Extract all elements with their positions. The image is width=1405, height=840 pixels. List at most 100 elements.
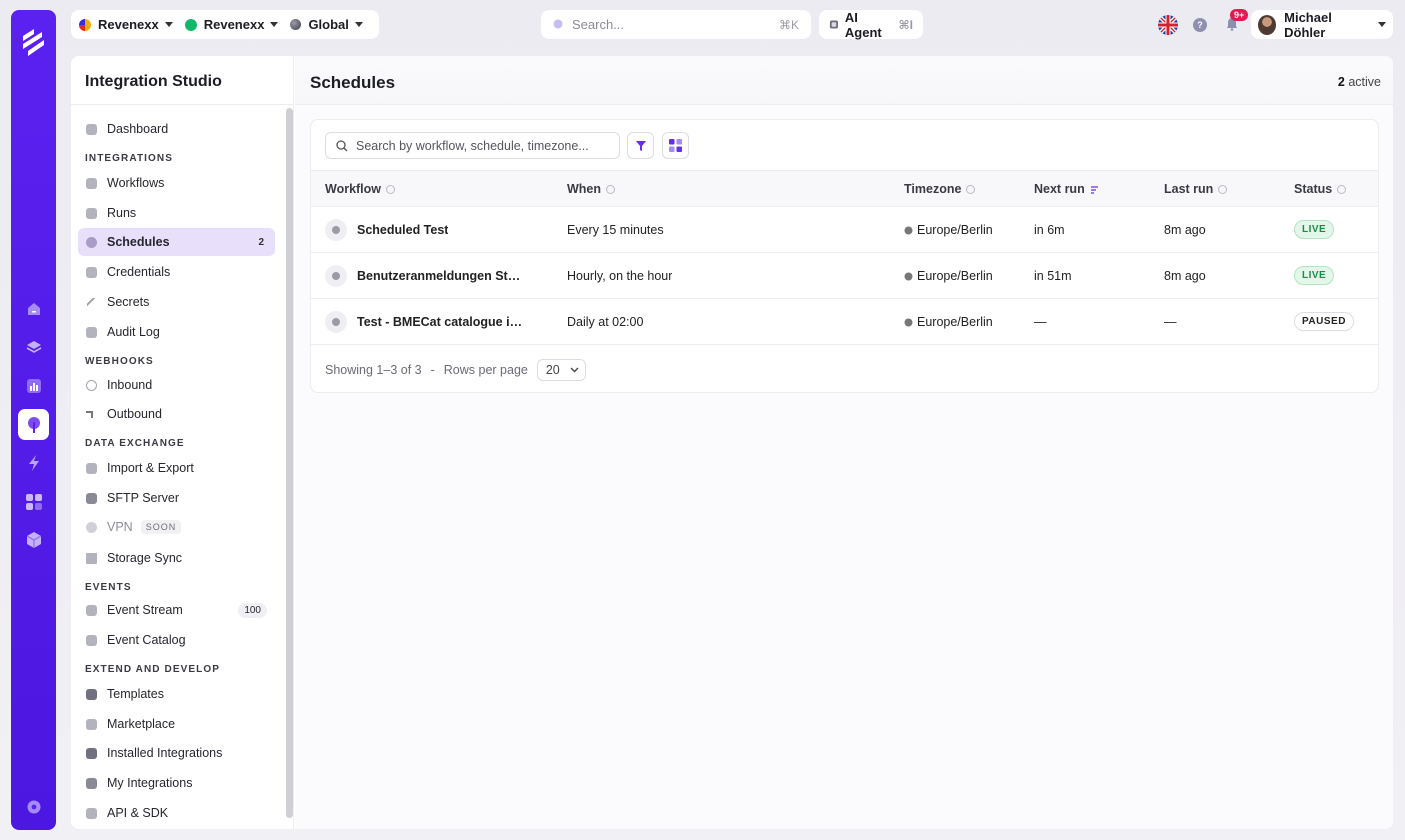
inbound-icon: [86, 379, 97, 391]
view-toggle-button[interactable]: [662, 132, 689, 159]
marketplace-grid-icon: [86, 718, 97, 730]
organization-selector[interactable]: Revenexx: [184, 17, 279, 32]
sidebar-item-templates[interactable]: Templates: [78, 680, 275, 708]
shield-icon: [86, 266, 97, 278]
schedule-when: Hourly, on the hour: [567, 269, 673, 283]
timezone: Europe/Berlin: [904, 269, 993, 283]
language-selector[interactable]: [1158, 15, 1178, 35]
code-file-icon: [86, 807, 97, 819]
sidebar-item-secrets[interactable]: Secrets: [78, 288, 275, 316]
table-search-input[interactable]: Search by workflow, schedule, timezone..…: [325, 132, 620, 159]
sidebar-item-workflows[interactable]: Workflows: [78, 169, 275, 197]
search-placeholder: Search...: [572, 17, 625, 32]
app-logo-icon[interactable]: [20, 26, 47, 58]
vpn-icon: [86, 521, 97, 533]
clock-icon: [325, 311, 347, 333]
package-icon: [86, 777, 97, 789]
user-menu[interactable]: Michael Döhler: [1251, 10, 1393, 40]
sidebar-item-outbound[interactable]: Outbound: [78, 400, 275, 428]
sidebar-item-vpn[interactable]: VPN SOON: [78, 513, 275, 541]
ai-agent-button[interactable]: AI Agent ⌘I: [819, 10, 923, 40]
globe-icon: [904, 318, 913, 326]
organization-dot-icon: [184, 18, 197, 31]
chevron-down-icon: [354, 22, 363, 27]
uk-flag-icon: [1158, 15, 1178, 35]
table-row[interactable]: Benutzeranmeldungen Stündlich - ... Hour…: [311, 253, 1378, 299]
apps-grid-icon[interactable]: [18, 486, 49, 517]
section-data-exchange: DATA EXCHANGE: [85, 438, 185, 449]
workflow-name[interactable]: Benutzeranmeldungen Stündlich - ...: [325, 265, 525, 287]
column-workflow[interactable]: Workflow: [325, 182, 396, 196]
analytics-icon[interactable]: [18, 370, 49, 401]
chevron-down-icon: [570, 367, 579, 373]
sidebar-item-api-sdk[interactable]: API & SDK: [78, 799, 275, 827]
integration-studio-icon[interactable]: [18, 409, 49, 440]
sidebar-scrollbar[interactable]: [286, 108, 293, 818]
global-search[interactable]: Search... ⌘K: [541, 10, 811, 39]
section-integrations: INTEGRATIONS: [85, 153, 174, 164]
templates-icon: [86, 688, 97, 700]
column-last-run[interactable]: Last run: [1164, 182, 1228, 196]
package-icon[interactable]: [18, 524, 49, 555]
tenant-logo-icon: [79, 18, 91, 31]
sidebar-item-import-export[interactable]: Import & Export: [78, 454, 275, 482]
sidebar-item-my-integrations[interactable]: My Integrations: [78, 769, 275, 797]
sidebar-item-dashboard[interactable]: Dashboard: [78, 115, 275, 143]
sidebar-item-storage-sync[interactable]: Storage Sync: [78, 544, 275, 572]
layers-icon[interactable]: [18, 331, 49, 362]
info-icon: [1337, 184, 1347, 194]
sidebar-item-event-stream[interactable]: Event Stream 100: [78, 596, 275, 624]
home-icon[interactable]: [18, 293, 49, 324]
settings-gear-icon[interactable]: [18, 791, 49, 822]
table-footer: Showing 1–3 of 3 - Rows per page 20: [325, 359, 586, 381]
database-icon: [86, 462, 97, 474]
globe-icon: [290, 19, 302, 30]
sidebar-item-schedules[interactable]: Schedules 2: [78, 228, 275, 256]
sidebar-item-marketplace[interactable]: Marketplace: [78, 710, 275, 738]
timezone: Europe/Berlin: [904, 223, 993, 237]
sidebar-item-event-catalog[interactable]: Event Catalog: [78, 626, 275, 654]
grid-view-icon: [669, 139, 682, 152]
sidebar-item-inbound[interactable]: Inbound: [78, 371, 275, 399]
sidebar-item-credentials[interactable]: Credentials: [78, 258, 275, 286]
search-icon: [553, 19, 563, 29]
sidebar-item-runs[interactable]: Runs: [78, 199, 275, 227]
soon-badge: SOON: [140, 520, 182, 534]
region-selector[interactable]: Global: [290, 17, 363, 32]
sidebar-title: Integration Studio: [85, 73, 222, 90]
installed-icon: [86, 747, 97, 759]
storage-icon: [86, 552, 97, 564]
ai-agent-icon: [829, 20, 838, 29]
sidebar-item-installed-integrations[interactable]: Installed Integrations: [78, 739, 275, 767]
search-shortcut: ⌘K: [778, 17, 799, 32]
sidebar-item-sftp-server[interactable]: SFTP Server: [78, 484, 275, 512]
column-timezone[interactable]: Timezone: [904, 182, 976, 196]
clock-icon: [325, 265, 347, 287]
table-row[interactable]: Scheduled Test Every 15 minutes Europe/B…: [311, 207, 1378, 253]
avatar: [1258, 14, 1277, 35]
footer-separator: -: [430, 363, 435, 377]
filter-button[interactable]: [627, 132, 654, 159]
chevron-down-icon: [164, 22, 173, 27]
help-icon[interactable]: ?: [1193, 18, 1207, 32]
sidebar-item-audit-log[interactable]: Audit Log: [78, 318, 275, 346]
column-when[interactable]: When: [567, 182, 616, 196]
workflow-name[interactable]: Test - BMECat catalogue import fr...: [325, 311, 525, 333]
workflow-name[interactable]: Scheduled Test: [325, 219, 448, 241]
tenant-selector[interactable]: Revenexx: [79, 17, 173, 32]
info-icon: [966, 184, 976, 194]
table-header: Workflow When Timezone Next run Last run…: [311, 170, 1378, 207]
table-row[interactable]: Test - BMECat catalogue import fr... Dai…: [311, 299, 1378, 345]
rows-per-page-label: Rows per page: [443, 363, 528, 377]
column-next-run[interactable]: Next run: [1034, 182, 1100, 196]
schedule-when: Daily at 02:00: [567, 315, 644, 329]
rows-per-page-select[interactable]: 20: [536, 359, 586, 381]
column-status[interactable]: Status: [1294, 182, 1347, 196]
lightning-icon[interactable]: [18, 447, 49, 478]
section-webhooks: WEBHOOKS: [85, 356, 154, 367]
info-icon: [1218, 184, 1228, 194]
section-extend-develop: EXTEND AND DEVELOP: [85, 664, 221, 675]
next-run: in 6m: [1034, 223, 1065, 237]
page-title: Schedules: [310, 73, 396, 92]
divider: [295, 104, 1393, 105]
